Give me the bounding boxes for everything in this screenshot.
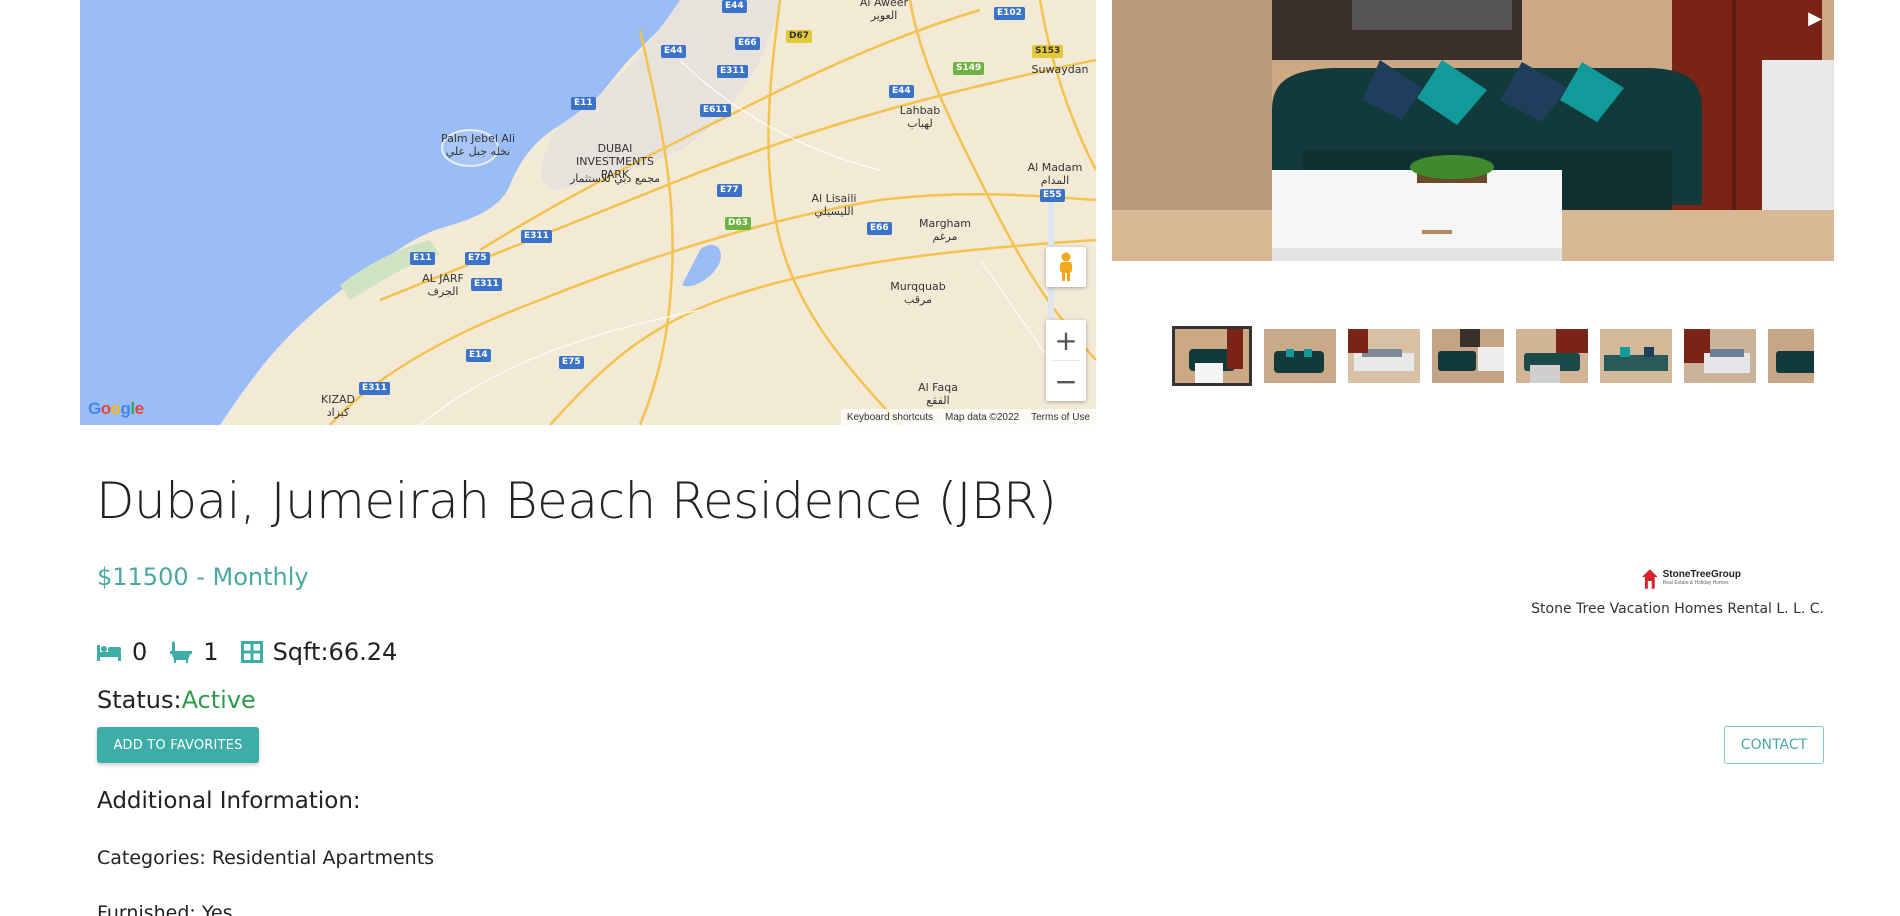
road-shield: E311 bbox=[717, 65, 748, 78]
area-grid-icon bbox=[240, 641, 263, 663]
map-tiles bbox=[80, 0, 1096, 425]
map-label-al-madam: Al Madam المدام bbox=[1027, 161, 1083, 187]
road-shield: S149 bbox=[953, 62, 985, 75]
map-label-palm-jebel-ali: Palm Jebel Ali نخله جبل علي bbox=[440, 132, 516, 158]
road-shield: E44 bbox=[661, 45, 686, 58]
road-shield: E311 bbox=[359, 382, 390, 395]
agency-name: Stone Tree Vacation Homes Rental L. L. C… bbox=[1531, 601, 1824, 617]
map-label-margham: Margham مرغم bbox=[919, 217, 971, 243]
map-label-murqquab: Murqquab مرقب bbox=[890, 280, 946, 306]
road-shield: E66 bbox=[867, 222, 892, 235]
gallery-thumbnails bbox=[1172, 326, 1814, 386]
terms-of-use-link[interactable]: Terms of Use bbox=[1031, 412, 1090, 423]
gallery-next-arrow[interactable]: ▶ bbox=[1808, 8, 1822, 29]
zoom-in-button[interactable]: + bbox=[1046, 320, 1086, 360]
map-data-text: Map data ©2022 bbox=[945, 411, 1020, 423]
agency-logo-name: StoneTreeGroup bbox=[1662, 569, 1741, 580]
road-shield: E75 bbox=[465, 252, 490, 265]
road-shield: E102 bbox=[994, 7, 1025, 20]
map-label-kizad: KIZAD كيزاد bbox=[321, 393, 355, 419]
furnished-row: Furnished: Yes bbox=[97, 902, 233, 916]
road-shield: E11 bbox=[571, 97, 596, 110]
gallery-main-image[interactable]: ▶ bbox=[1112, 0, 1834, 261]
map-label-al-jarf: AL JARF الجرف bbox=[422, 272, 464, 298]
map-footer: Keyboard shortcuts Map data ©2022 Terms … bbox=[840, 409, 1096, 425]
map-label-suwaydan: Suwaydan bbox=[1031, 63, 1089, 76]
status-value: Active bbox=[181, 686, 256, 714]
road-shield: E77 bbox=[717, 184, 742, 197]
gallery-thumbnail[interactable] bbox=[1768, 329, 1814, 383]
map-label-al-faqa: Al Faqa الفقع bbox=[918, 381, 958, 407]
bathrooms-count: 1 bbox=[203, 638, 219, 666]
contact-button[interactable]: CONTACT bbox=[1724, 726, 1824, 764]
road-shield: E11 bbox=[410, 252, 435, 265]
categories-label: Categories: bbox=[97, 847, 206, 869]
agency-logo[interactable]: StoneTreeGroup Real Estate & Holiday Hom… bbox=[1641, 566, 1741, 592]
road-shield: E44 bbox=[722, 0, 747, 13]
road-shield: E55 bbox=[1040, 189, 1065, 202]
bath-icon bbox=[169, 640, 193, 664]
road-shield: E75 bbox=[559, 356, 584, 369]
road-shield: S153 bbox=[1032, 45, 1064, 58]
gallery-thumbnail[interactable] bbox=[1684, 329, 1756, 383]
living-room-photo bbox=[1112, 0, 1834, 261]
stone-tree-logo-icon bbox=[1641, 569, 1658, 589]
road-shield: E311 bbox=[471, 278, 502, 291]
map-label-lahbab: Lahbab لهباب bbox=[899, 104, 941, 130]
gallery-thumbnail[interactable] bbox=[1264, 329, 1336, 383]
gallery-thumbnail[interactable] bbox=[1172, 326, 1252, 386]
categories-value[interactable]: Residential Apartments bbox=[212, 847, 434, 869]
road-shield: E66 bbox=[735, 37, 760, 50]
listing-features: 0 1 Sqft:66.24 bbox=[96, 638, 397, 666]
additional-information-heading: Additional Information: bbox=[97, 788, 361, 814]
listing-title: Dubai, Jumeirah Beach Residence (JBR) bbox=[96, 472, 1057, 530]
map-label-al-lisaili: Al Lisaili الليسيلي bbox=[811, 192, 857, 218]
road-shield: E14 bbox=[466, 349, 491, 362]
categories-row: Categories: Residential Apartments bbox=[97, 847, 434, 869]
road-shield: E44 bbox=[889, 85, 914, 98]
map-label-dip-arabic: مجمع دبي للاستثمار bbox=[569, 172, 661, 185]
status-label: Status: bbox=[97, 686, 182, 714]
zoom-out-button[interactable]: − bbox=[1046, 361, 1086, 401]
road-shield: D67 bbox=[786, 30, 812, 43]
add-to-favorites-button[interactable]: ADD TO FAVORITES bbox=[97, 727, 259, 763]
pegman-icon bbox=[1060, 252, 1072, 281]
street-view-pegman-button[interactable] bbox=[1046, 247, 1086, 287]
map-zoom-controls: + − bbox=[1046, 320, 1086, 401]
bedrooms-count: 0 bbox=[132, 638, 148, 666]
road-shield: D63 bbox=[725, 217, 751, 230]
map-label-al-aweer: Al Aweer العوير bbox=[859, 0, 909, 22]
gallery-thumbnail[interactable] bbox=[1516, 329, 1588, 383]
gallery-thumbnail[interactable] bbox=[1348, 329, 1420, 383]
area-value: Sqft:66.24 bbox=[272, 638, 398, 666]
gallery-thumbnail[interactable] bbox=[1432, 329, 1504, 383]
keyboard-shortcuts-link[interactable]: Keyboard shortcuts bbox=[847, 412, 933, 423]
listing-price: $11500 - Monthly bbox=[97, 563, 309, 591]
gallery-thumbnail[interactable] bbox=[1600, 329, 1672, 383]
google-logo[interactable]: Google bbox=[88, 399, 144, 419]
bed-icon bbox=[96, 642, 122, 662]
road-shield: E311 bbox=[521, 230, 552, 243]
location-map[interactable]: Palm Jebel Ali نخله جبل علي DUBAI INVESTME… bbox=[80, 0, 1096, 425]
listing-status: Status:Active bbox=[97, 686, 256, 714]
road-shield: E611 bbox=[700, 104, 731, 117]
agency-logo-tagline: Real Estate & Holiday Homes bbox=[1662, 580, 1729, 586]
